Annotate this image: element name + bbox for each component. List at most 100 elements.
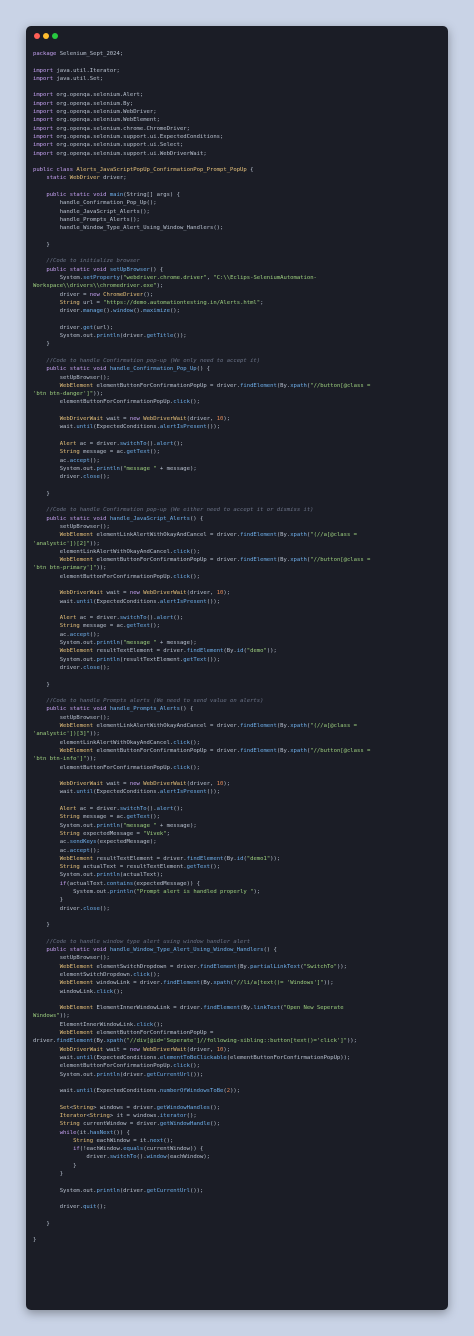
code-token: until bbox=[76, 1088, 94, 1095]
code-line: driver.close(); bbox=[33, 473, 444, 481]
code-token: (driver. bbox=[119, 333, 147, 340]
code-line: handle_Confirmation_Pop_Up(); bbox=[33, 199, 444, 207]
code-token: wait = bbox=[106, 781, 130, 788]
code-token: "message " bbox=[123, 465, 157, 472]
code-line: String expectedMessage = "Vivek"; bbox=[33, 830, 444, 838]
code-line: handle_Prompts_Alerts(); bbox=[33, 216, 444, 224]
code-line: import java.util.Iterator; bbox=[33, 67, 444, 75]
code-token: public static void bbox=[46, 706, 110, 713]
code-token: driver. bbox=[33, 664, 84, 671]
code-line: public static void main(String[] args) { bbox=[33, 191, 444, 199]
code-token: ()); bbox=[206, 598, 221, 605]
code-token: WebElement bbox=[59, 532, 97, 539]
code-line: driver.close(); bbox=[33, 905, 444, 913]
code-token: handle_Confirmation_Pop_Up bbox=[109, 366, 197, 373]
code-token: org.openqa.selenium.support.ui.ExpectedC… bbox=[56, 133, 224, 140]
code-token: (ExpectedConditions. bbox=[93, 789, 160, 796]
code-token: } bbox=[33, 490, 50, 497]
code-token: (elementButtonForConfirmationPopUp)); bbox=[226, 1054, 351, 1061]
code-token: System. bbox=[33, 275, 84, 282]
code-token: } bbox=[33, 922, 50, 929]
code-line: while(it.hasNext()) { bbox=[33, 1129, 444, 1137]
code-line: } bbox=[33, 340, 444, 348]
code-line: public static void handle_JavaScript_Ale… bbox=[33, 515, 444, 523]
code-token: currentWindow = driver. bbox=[83, 1121, 160, 1128]
code-token: maximize bbox=[143, 308, 170, 315]
code-token: Alerts_JavaScriptPopUp_ConfirmationPop_P… bbox=[76, 167, 251, 174]
code-token: quit bbox=[83, 1204, 97, 1211]
code-token: > windows = driver. bbox=[93, 1104, 157, 1111]
code-token: )); bbox=[86, 756, 97, 763]
code-line: Alert ac = driver.switchTo().alert(); bbox=[33, 614, 444, 622]
code-token: (). bbox=[136, 1154, 147, 1161]
code-line: if(!eachWindow.equals(currentWindow)) { bbox=[33, 1145, 444, 1153]
code-token: (); bbox=[89, 847, 100, 854]
minimize-dot-icon[interactable] bbox=[43, 33, 49, 39]
code-token: (it. bbox=[76, 1129, 90, 1136]
code-token: } bbox=[33, 1171, 64, 1178]
code-line: WebElement windowLink = driver.findEleme… bbox=[33, 979, 444, 987]
code-line: setUpBrowser(); bbox=[33, 523, 444, 531]
code-token: linkText bbox=[253, 1005, 281, 1012]
code-line: elementButtonForConfirmationPopUp.click(… bbox=[33, 398, 444, 406]
maximize-dot-icon[interactable] bbox=[52, 33, 58, 39]
code-token: elementButtonForConfirmationPopUp = driv… bbox=[96, 557, 241, 564]
code-line: WebElement elementLinkAlertWithOkayAndCa… bbox=[33, 531, 444, 539]
code-token: ()); bbox=[189, 1071, 204, 1078]
code-token: System.out. bbox=[33, 465, 97, 472]
code-line: //Code to handle Confirmation pop-up (We… bbox=[33, 357, 444, 365]
code-token: String bbox=[59, 1121, 84, 1128]
code-token: numberOfWindowsToBe bbox=[159, 1088, 224, 1095]
code-token: public static void bbox=[46, 192, 110, 199]
code-line: } bbox=[33, 1162, 444, 1170]
code-token: import bbox=[33, 100, 57, 107]
code-line: //Code to handle window type alert using… bbox=[33, 938, 444, 946]
code-line: WebDriverWait wait = new WebDriverWait(d… bbox=[33, 780, 444, 788]
code-token: { bbox=[250, 167, 254, 174]
code-token: ()); bbox=[206, 789, 221, 796]
code-line: Set<String> windows = driver.getWindowHa… bbox=[33, 1104, 444, 1112]
code-token: } bbox=[33, 1237, 37, 1244]
code-line: public static void handle_Confirmation_P… bbox=[33, 365, 444, 373]
code-line: System.out.println(resultTextElement.get… bbox=[33, 656, 444, 664]
code-token: partialLinkText bbox=[250, 963, 301, 970]
code-token: import bbox=[33, 75, 57, 82]
code-token: org.openqa.selenium.chrome.ChromeDriver; bbox=[56, 125, 190, 132]
code-token: WebDriverWait bbox=[59, 1046, 107, 1053]
code-token: ac = driver. bbox=[79, 615, 120, 622]
code-line: elementButtonForConfirmationPopUp.click(… bbox=[33, 1062, 444, 1070]
code-token: )); bbox=[270, 855, 281, 862]
code-token: message = ac. bbox=[83, 623, 127, 630]
code-line: 'btn btn-info']")); bbox=[33, 755, 444, 763]
code-token: window bbox=[146, 1154, 167, 1161]
code-token: ); bbox=[253, 888, 261, 895]
code-line: setUpBrowser(); bbox=[33, 714, 444, 722]
code-line: } bbox=[33, 681, 444, 689]
code-line: String message = ac.getText(); bbox=[33, 813, 444, 821]
code-line: if(actualText.contains(expectedMessage))… bbox=[33, 880, 444, 888]
code-token: setUpBrowser(); bbox=[33, 714, 110, 721]
code-token: ()) { bbox=[113, 1129, 130, 1136]
code-token: elementButtonForConfirmationPopUp. bbox=[33, 1063, 174, 1070]
code-token: click bbox=[173, 1063, 190, 1070]
code-token: until bbox=[76, 789, 94, 796]
code-line: import org.openqa.selenium.WebDriver; bbox=[33, 108, 444, 116]
code-token: (); bbox=[189, 573, 200, 580]
close-dot-icon[interactable] bbox=[34, 33, 40, 39]
code-line: package Selenium_Sept_2024; bbox=[33, 50, 444, 58]
